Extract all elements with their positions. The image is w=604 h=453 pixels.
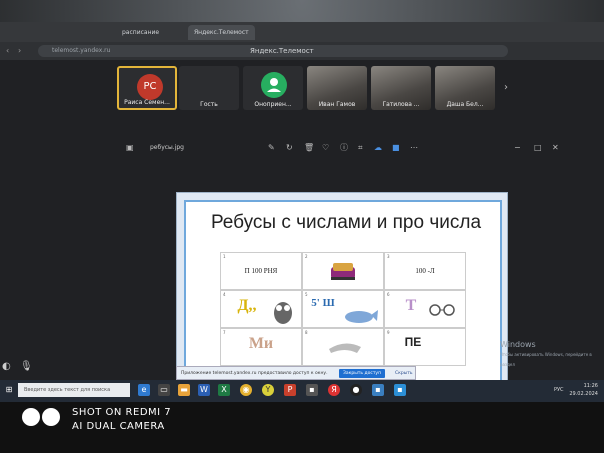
heart-icon[interactable]: ♡	[322, 141, 329, 155]
cell-text: Ми	[248, 335, 274, 352]
app-icon[interactable]: ▪	[394, 384, 406, 396]
hide-notification-button[interactable]: Скрыть	[395, 367, 413, 380]
app-icon[interactable]: ▪	[306, 384, 318, 396]
rebus-cell: 8	[302, 328, 384, 366]
system-clock[interactable]: 11:26 29.02.2024	[569, 382, 598, 398]
back-icon[interactable]: ‹	[6, 45, 9, 57]
cell-number: 1	[223, 254, 226, 259]
notification-text: Приложение telemost.yandex.ru предостави…	[181, 371, 328, 376]
tab-schedule[interactable]: расписание	[116, 25, 165, 40]
maximize-icon[interactable]: □	[534, 141, 542, 155]
more-icon[interactable]: ⋯	[410, 141, 418, 155]
participant-tile[interactable]: РС Раиса Семен...	[117, 66, 177, 110]
sofa-picture	[331, 263, 355, 280]
powerpoint-icon[interactable]: P	[284, 384, 296, 396]
avatar: РС	[137, 74, 163, 100]
chrome-icon[interactable]: ◉	[240, 384, 252, 396]
rotate-icon[interactable]: ↻	[286, 141, 293, 155]
info-icon[interactable]: ⓘ	[340, 141, 348, 155]
rebus-slide: Ребусы с числами и про числа 1П 100 РНЯ …	[184, 200, 502, 384]
edge-icon[interactable]: e	[138, 384, 150, 396]
delete-icon[interactable]: 🗑	[304, 141, 314, 155]
image-file-icon: ▣	[126, 143, 134, 152]
app-icon[interactable]: ●	[350, 384, 362, 396]
stop-sharing-button[interactable]: Закрыть доступ	[339, 369, 386, 378]
page-title: Яндекс.Телемост	[250, 47, 314, 55]
user-icon	[261, 72, 287, 98]
forward-icon[interactable]: ›	[18, 45, 21, 57]
cell-text: ПЕ	[404, 335, 422, 349]
crop-icon[interactable]: ⌗	[358, 141, 363, 155]
rebus-grid: 1П 100 РНЯ 2 3 100 -Л 4 Д,, 5 5' Ш 6Т 7 Ми 8…	[220, 252, 466, 382]
circle-icon	[42, 408, 60, 426]
browser-tab-bar: расписание Яндекс.Телемост	[0, 22, 604, 42]
participant-name: Оноприен...	[254, 101, 292, 108]
app-icon[interactable]: ■	[392, 141, 400, 155]
clock-time: 11:26	[583, 383, 598, 389]
glasses-picture	[429, 304, 455, 316]
rebus-cell: 7 Ми	[220, 328, 302, 366]
rebus-cell: 2	[302, 252, 384, 290]
camera-icon[interactable]: ◐	[2, 361, 11, 372]
participant-name: Раиса Семен...	[124, 99, 170, 106]
edit-icon[interactable]: ✎	[268, 141, 275, 155]
rebus-cell: 4 Д,,	[220, 290, 302, 328]
rebus-cell: 1 П 100 РНЯ	[220, 252, 302, 290]
camera-watermark: SHOT ON REDMI 7 AI DUAL CAMERA	[72, 406, 171, 434]
participant-name: Иван Гамов	[318, 101, 356, 108]
clock-date: 29.02.2024	[569, 391, 598, 397]
search-placeholder: Введите здесь текст для поиска	[24, 387, 111, 393]
rebus-cell: 3 100 -Л	[384, 252, 466, 290]
microphone-icon[interactable]: 🎙	[20, 361, 33, 372]
cell-number: 2	[305, 254, 308, 259]
windows-start-icon[interactable]: ⊞	[3, 384, 15, 396]
horn-picture	[329, 343, 361, 353]
yandex-icon[interactable]: Я	[328, 384, 340, 396]
watermark-subtitle: Чтобы активировать Windows, перейдите в …	[500, 352, 592, 367]
taskbar-search-input[interactable]: Введите здесь текст для поиска	[18, 383, 130, 397]
task-view-icon[interactable]: ▭	[158, 384, 170, 396]
slide-title: Ребусы с числами и про числа	[210, 212, 482, 233]
participant-tile[interactable]: Оноприен...	[243, 66, 303, 110]
circle-icon	[22, 408, 40, 426]
participant-tile[interactable]: Иван Гамов	[307, 66, 367, 110]
rebus-cell: 9 ПЕ	[384, 328, 466, 366]
participant-name: Даша Бел...	[446, 101, 484, 108]
cell-text: П 100 РНЯ	[244, 267, 278, 275]
participant-tile[interactable]: Гатилова ...	[371, 66, 431, 110]
cloud-icon[interactable]: ☁	[374, 141, 382, 155]
image-viewer-toolbar: ▣ ребусы.jpg ✎ ↻ 🗑 ♡ ⓘ ⌗ ☁ ■ ⋯ − □ ✕	[120, 141, 560, 155]
cell-text: 100 -Л	[415, 267, 435, 275]
tab-label: Яндекс.Телемост	[194, 29, 249, 36]
file-name: ребусы.jpg	[150, 144, 184, 151]
chevron-right-icon[interactable]: ›	[504, 82, 508, 93]
participant-name: Гость	[200, 101, 218, 108]
watermark-line: AI DUAL CAMERA	[72, 421, 165, 432]
participant-tile[interactable]: Гость	[179, 66, 239, 110]
cell-number: 8	[305, 330, 308, 335]
tab-label: расписание	[122, 29, 160, 36]
explorer-icon[interactable]: ▬	[178, 384, 190, 396]
minimize-icon[interactable]: −	[514, 141, 521, 155]
watermark-title: Windows	[500, 340, 536, 349]
watermark-line: SHOT ON REDMI 7	[72, 407, 172, 418]
meeting-controls: ◐ 🎙	[0, 355, 40, 380]
word-icon[interactable]: W	[198, 384, 210, 396]
excel-icon[interactable]: X	[218, 384, 230, 396]
screen-share-notification: Приложение telemost.yandex.ru предостави…	[176, 366, 416, 380]
language-indicator[interactable]: РУС	[554, 387, 564, 393]
rebus-cell: 6Т	[384, 290, 466, 328]
url-text: telemost.yandex.ru	[52, 47, 111, 54]
participant-tile[interactable]: Даша Бел...	[435, 66, 495, 110]
windows-activation-watermark: Windows Чтобы активировать Windows, пере…	[500, 340, 604, 370]
close-icon[interactable]: ✕	[552, 141, 559, 155]
app-icon[interactable]: ▪	[372, 384, 384, 396]
participant-name: Гатилова ...	[382, 101, 420, 108]
cell-number: 3	[387, 254, 390, 259]
windows-taskbar: ⊞ Введите здесь текст для поиска e ▭ ▬ W…	[0, 380, 604, 402]
tab-telemost[interactable]: Яндекс.Телемост	[188, 25, 255, 40]
yandex-browser-icon[interactable]: Y	[262, 384, 274, 396]
